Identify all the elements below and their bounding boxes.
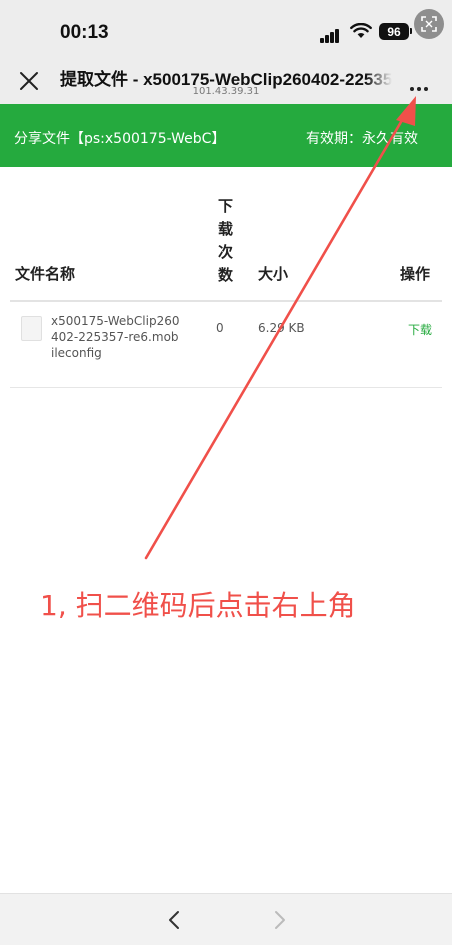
close-icon: [20, 72, 38, 90]
more-button[interactable]: [410, 76, 436, 91]
forward-icon: [275, 911, 285, 929]
file-icon: [21, 316, 42, 341]
battery-tip: [410, 28, 412, 34]
annotation-text: 1, 扫二维码后点击右上角: [40, 589, 356, 622]
page-subtitle: 101.43.39.31: [192, 86, 260, 97]
status-time: 00:13: [60, 22, 109, 43]
scan-icon: [421, 16, 437, 32]
bottom-toolbar: [0, 893, 452, 945]
more-icon: [410, 76, 431, 95]
share-banner: 分享文件【ps:x500175-WebC】 有效期：永久有效: [0, 104, 452, 167]
file-size: 6.29 KB: [258, 321, 305, 335]
signal-icon: [320, 24, 340, 43]
header-file-name: 文件名称: [15, 265, 76, 283]
download-link[interactable]: 下载: [408, 321, 432, 338]
share-name: 分享文件【ps:x500175-WebC】: [14, 131, 226, 147]
status-bar: 00:13 96: [0, 0, 452, 56]
close-button[interactable]: [18, 70, 40, 92]
share-expiry: 有效期：永久有效: [306, 131, 418, 147]
header-action: 操作: [400, 265, 431, 283]
scan-button[interactable]: [414, 9, 444, 39]
back-icon: [169, 911, 179, 929]
file-download-count: 0: [216, 321, 224, 335]
wifi-icon: [350, 22, 372, 43]
nav-bar: 提取文件 - x500175-WebClip260402-225357-re6.…: [0, 56, 452, 104]
battery-icon: 96: [379, 23, 409, 40]
header-download-count: 下载次数: [218, 197, 234, 284]
file-name: x500175-WebClip260402-225357-re6.mobilec…: [51, 314, 180, 360]
forward-button[interactable]: [270, 908, 290, 932]
header-size: 大小: [258, 265, 289, 283]
main-content: 文件名称 下载次数 大小 操作 x500175-WebClip260402-22…: [0, 167, 452, 893]
back-button[interactable]: [164, 908, 184, 932]
table-row: x500175-WebClip260402-225357-re6.mobilec…: [10, 302, 442, 388]
